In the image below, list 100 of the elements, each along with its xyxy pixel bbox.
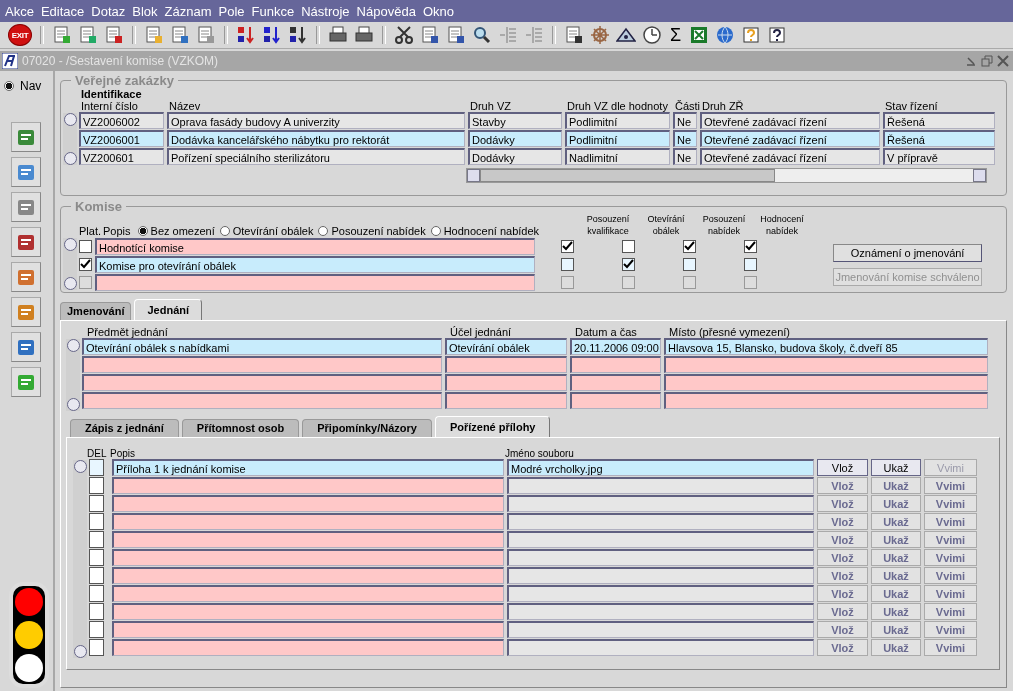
checkbox[interactable]: [79, 239, 92, 253]
table-cell[interactable]: [507, 513, 814, 530]
table-cell[interactable]: Dodávky: [468, 130, 562, 147]
table-cell[interactable]: [82, 374, 442, 391]
table-cell[interactable]: Ne: [673, 130, 697, 147]
tab[interactable]: Zápis z jednání: [70, 419, 179, 437]
table-cell[interactable]: [112, 495, 504, 512]
table-cell[interactable]: Nadlimitní: [565, 148, 670, 165]
exit-button[interactable]: EXIT: [8, 24, 32, 46]
checkbox[interactable]: [89, 585, 104, 602]
menu-item[interactable]: Akce: [2, 3, 38, 19]
record-scrollbar[interactable]: [63, 113, 77, 165]
form-icon[interactable]: [564, 25, 584, 45]
scissors-icon[interactable]: [394, 25, 414, 45]
menu-item[interactable]: Dotaz: [88, 3, 130, 19]
table-cell[interactable]: Otevírání obálek: [445, 338, 567, 355]
table-cell[interactable]: Dodávka kancelářského nábytku pro rektorát: [167, 130, 465, 147]
table-cell[interactable]: [112, 513, 504, 530]
table-cell[interactable]: [112, 603, 504, 620]
table-cell[interactable]: Podlimitní: [565, 112, 670, 129]
checkbox[interactable]: [560, 257, 574, 271]
table-cell[interactable]: VZ200601: [79, 148, 164, 165]
record-scrollbar[interactable]: [66, 339, 80, 411]
checkbox[interactable]: [621, 239, 635, 253]
spreadsheet-icon[interactable]: [689, 25, 710, 45]
table-cell[interactable]: Příloha 1 k jednání komise: [112, 459, 504, 476]
checkbox[interactable]: [89, 495, 104, 512]
menu-item[interactable]: Blok: [129, 3, 162, 19]
checkbox[interactable]: [89, 603, 104, 620]
globe-icon[interactable]: [715, 25, 736, 45]
table-cell[interactable]: Otevírání obálek s nabídkami: [82, 338, 442, 355]
table-cell[interactable]: Otevřené zadávací řízení: [700, 148, 880, 165]
table-cell[interactable]: [507, 531, 814, 548]
filter-radio[interactable]: Hodnocení nabídek: [430, 225, 540, 237]
table-cell[interactable]: Ne: [673, 148, 697, 165]
table-cell[interactable]: [112, 531, 504, 548]
minimize-icon[interactable]: [965, 55, 977, 67]
tab[interactable]: Jmenování: [60, 302, 132, 320]
table-cell[interactable]: Otevřené zadávací řízení: [700, 112, 880, 129]
table-cell[interactable]: Řešená: [883, 130, 995, 147]
table-cell[interactable]: Pořízení speciálního sterilizátoru: [167, 148, 465, 165]
menu-item[interactable]: Funkce: [248, 3, 299, 19]
table-cell[interactable]: [507, 549, 814, 566]
table-cell[interactable]: V přípravě: [883, 148, 995, 165]
table-cell[interactable]: [507, 477, 814, 494]
table-cell[interactable]: Ne: [673, 112, 697, 129]
table-cell[interactable]: [445, 374, 567, 391]
table-cell[interactable]: [82, 392, 442, 409]
table-cell[interactable]: [507, 567, 814, 584]
horizontal-scrollbar[interactable]: [466, 168, 987, 183]
checkbox[interactable]: [89, 459, 104, 476]
table-cell[interactable]: Dodávky: [468, 148, 562, 165]
table-cell[interactable]: Hlavsova 15, Blansko, budova školy, č.dveří 85: [664, 338, 988, 355]
sort-arrows-icon[interactable]: [288, 25, 308, 45]
checkbox[interactable]: [89, 621, 104, 638]
row-button[interactable]: Vlož: [817, 459, 868, 476]
table-cell[interactable]: [507, 495, 814, 512]
row-button[interactable]: Ukaž: [871, 459, 921, 476]
checkbox[interactable]: [682, 239, 696, 253]
table-cell[interactable]: [507, 603, 814, 620]
table-cell[interactable]: VZ2006001: [79, 130, 164, 147]
sort-arrow-icon[interactable]: [262, 25, 282, 45]
menu-item[interactable]: Nástroje: [298, 3, 354, 19]
table-cell[interactable]: [507, 621, 814, 638]
table-cell[interactable]: [507, 585, 814, 602]
help-icon[interactable]: [767, 25, 788, 45]
record-scrollbar[interactable]: [73, 460, 87, 658]
action-button[interactable]: Oznámení o jmenování: [833, 244, 983, 262]
restore-icon[interactable]: [981, 55, 993, 67]
checkbox[interactable]: [89, 531, 104, 548]
table-cell[interactable]: Stavby: [468, 112, 562, 129]
table-cell[interactable]: [112, 585, 504, 602]
menu-item[interactable]: Nápověda: [353, 3, 420, 19]
table-cell[interactable]: Otevřené zadávací řízení: [700, 130, 880, 147]
tab[interactable]: Přítomnost osob: [181, 419, 300, 437]
sum-button[interactable]: Σ: [668, 25, 684, 45]
table-cell[interactable]: Modré vrcholky.jpg: [507, 459, 814, 476]
printer-icon[interactable]: [354, 25, 374, 45]
sort-arrow-icon[interactable]: [236, 25, 256, 45]
table-cell[interactable]: [570, 392, 661, 409]
checkbox[interactable]: [621, 257, 635, 271]
close-icon[interactable]: [997, 55, 1009, 67]
printer-icon[interactable]: [328, 25, 348, 45]
table-cell[interactable]: 20.11.2006 09:00: [570, 338, 661, 355]
tab[interactable]: Jednání: [134, 299, 203, 320]
checkbox[interactable]: [682, 257, 696, 271]
table-cell[interactable]: [507, 639, 814, 656]
record-scrollbar[interactable]: [63, 238, 77, 290]
menu-item[interactable]: Pole: [215, 3, 249, 19]
filter-radio[interactable]: Bez omezení: [137, 225, 215, 237]
table-cell[interactable]: [112, 621, 504, 638]
table-cell[interactable]: [664, 356, 988, 373]
menu-item[interactable]: Okno: [419, 3, 458, 19]
table-cell[interactable]: Podlimitní: [565, 130, 670, 147]
menu-item[interactable]: Editace: [37, 3, 89, 19]
table-cell[interactable]: [445, 392, 567, 409]
wheel-icon[interactable]: [590, 25, 610, 45]
text-field[interactable]: Komise pro otevírání obálek: [95, 255, 535, 273]
checkbox[interactable]: [89, 567, 104, 584]
table-cell[interactable]: [570, 356, 661, 373]
